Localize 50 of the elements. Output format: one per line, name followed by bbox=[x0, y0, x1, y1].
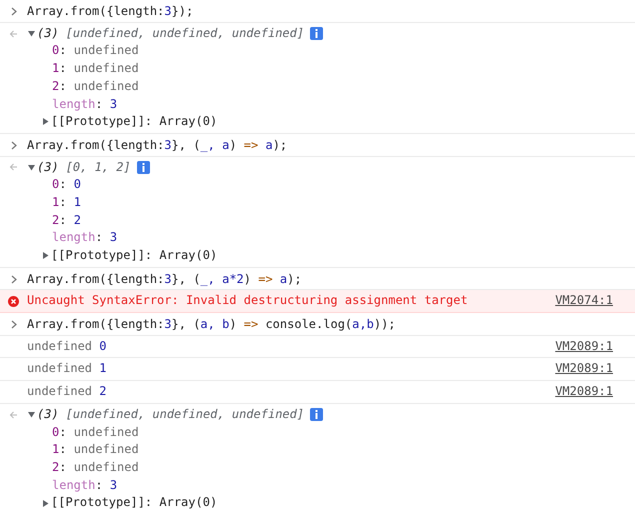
source-link[interactable]: VM2089:1 bbox=[555, 338, 613, 356]
prototype-row[interactable]: [[Prototype]]: Array(0) bbox=[51, 247, 218, 265]
console-input-code: Array.from({length:3}); bbox=[27, 3, 194, 20]
console-input-code: Array.from({length:3}, (_, a) => a); bbox=[27, 136, 288, 154]
property-row-text: length: 3 bbox=[51, 96, 118, 113]
result-arrow-icon bbox=[9, 410, 18, 419]
array-preview: [undefined, undefined, undefined] bbox=[66, 406, 304, 423]
result-arrow-icon bbox=[9, 163, 18, 172]
source-link[interactable]: VM2074:1 bbox=[555, 292, 613, 310]
prompt-chevron-icon bbox=[10, 141, 16, 150]
expand-toggle-icon[interactable] bbox=[41, 498, 50, 508]
array-count: (3) bbox=[37, 158, 59, 176]
prompt-chevron-icon bbox=[10, 274, 16, 284]
prototype-row[interactable]: [[Prototype]]: Array(0) bbox=[51, 113, 218, 131]
property-row-text: 0: 0 bbox=[51, 176, 82, 194]
result-arrow-icon bbox=[9, 30, 18, 38]
info-icon[interactable] bbox=[136, 160, 150, 174]
error-message: Uncaught SyntaxError: Invalid destructuring assignment target bbox=[27, 292, 469, 310]
property-row-text: 0: undefined bbox=[51, 42, 140, 60]
info-icon[interactable] bbox=[310, 27, 324, 40]
console-input-code: Array.from({length:3}, (_, a*2) => a); bbox=[27, 270, 302, 288]
prompt-chevron-icon bbox=[10, 7, 16, 16]
expand-toggle-icon[interactable] bbox=[27, 410, 36, 420]
expand-toggle-icon[interactable] bbox=[27, 162, 36, 172]
array-count: (3) bbox=[37, 24, 59, 42]
log-message: undefined 2 bbox=[27, 383, 108, 400]
info-icon[interactable] bbox=[310, 408, 324, 422]
expand-toggle-icon[interactable] bbox=[27, 29, 36, 38]
array-preview: [0, 1, 2] bbox=[66, 158, 131, 176]
error-icon bbox=[8, 296, 19, 307]
property-row-text: 1: 1 bbox=[51, 194, 82, 211]
log-message: undefined 0 bbox=[27, 338, 108, 355]
property-row-text: length: 3 bbox=[51, 229, 118, 246]
property-row-text: 0: undefined bbox=[51, 424, 140, 441]
source-link[interactable]: VM2089:1 bbox=[555, 383, 613, 401]
prompt-chevron-icon bbox=[10, 320, 16, 330]
expand-toggle-icon[interactable] bbox=[41, 251, 50, 260]
property-row-text: 1: undefined bbox=[51, 441, 140, 458]
property-row-text: length: 3 bbox=[51, 476, 118, 494]
property-row-text: 1: undefined bbox=[51, 60, 140, 78]
console-input-code: Array.from({length:3}, (a, b) => console.log(a,b)); bbox=[27, 316, 396, 334]
source-link[interactable]: VM2089:1 bbox=[555, 360, 613, 378]
property-row-text: 2: undefined bbox=[51, 78, 140, 95]
array-preview: [undefined, undefined, undefined] bbox=[66, 24, 304, 42]
property-row-text: 2: undefined bbox=[51, 458, 140, 476]
prototype-row[interactable]: [[Prototype]]: Array(0) bbox=[51, 494, 218, 512]
expand-toggle-icon[interactable] bbox=[41, 117, 50, 126]
array-count: (3) bbox=[37, 406, 59, 423]
property-row-text: 2: 2 bbox=[51, 212, 82, 229]
log-message: undefined 1 bbox=[27, 360, 108, 378]
